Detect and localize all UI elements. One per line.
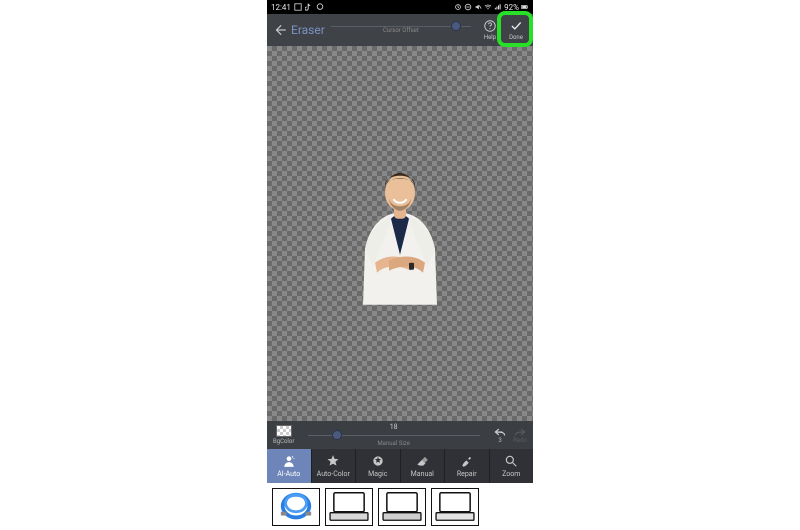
ai-auto-icon — [282, 454, 296, 468]
tab-label: Manual — [411, 470, 434, 478]
alarm-icon — [454, 3, 462, 11]
size-slider[interactable] — [308, 431, 480, 439]
size-value: 18 — [390, 423, 398, 431]
tab-label: Magic — [368, 470, 387, 478]
undo-button[interactable]: 3 — [493, 427, 507, 444]
eraser-icon — [415, 454, 429, 468]
status-battery-text: 92% — [504, 3, 519, 12]
magic-icon — [371, 454, 385, 468]
tab-label: Auto-Color — [317, 470, 350, 478]
phone-frame: 12:41 92% Eraser — [267, 0, 533, 530]
cursor-offset-thumb[interactable] — [451, 21, 461, 31]
size-label: Manual Size — [377, 440, 409, 447]
zoom-icon — [504, 454, 518, 468]
cursor-offset-control[interactable]: Cursor Offset — [331, 26, 471, 35]
tab-manual[interactable]: Manual — [401, 449, 446, 483]
tab-magic[interactable]: Magic — [356, 449, 401, 483]
tab-label: Repair — [457, 470, 477, 478]
battery-icon — [521, 3, 529, 11]
gallery-icon — [294, 3, 302, 11]
tab-ai-auto[interactable]: AI-Auto — [267, 449, 312, 483]
status-time: 12:41 — [271, 3, 291, 12]
thumbnail-strip — [267, 483, 533, 530]
done-button[interactable]: Done — [503, 19, 529, 41]
size-strip: BgColor 18 Manual Size 3 Redo — [267, 421, 533, 449]
tab-label: AI-Auto — [277, 470, 300, 478]
editing-canvas[interactable] — [267, 46, 533, 421]
undo-count: 3 — [498, 437, 501, 444]
bgcolor-label: BgColor — [273, 438, 294, 445]
size-thumb[interactable] — [332, 430, 342, 440]
back-button[interactable] — [271, 21, 289, 39]
dnd-icon — [464, 3, 472, 11]
mute-icon — [474, 3, 482, 11]
tab-repair[interactable]: Repair — [445, 449, 490, 483]
thumbnail-laptop-3[interactable] — [431, 488, 479, 526]
status-bar: 12:41 92% — [267, 0, 533, 14]
thumbnail-cable[interactable] — [272, 488, 320, 526]
done-label: Done — [509, 34, 523, 41]
thumbnail-laptop-1[interactable] — [325, 488, 373, 526]
star-icon — [326, 454, 340, 468]
brush-icon — [460, 454, 474, 468]
messenger-icon — [316, 3, 324, 11]
cursor-offset-label: Cursor Offset — [383, 27, 419, 34]
page-title: Eraser — [291, 23, 325, 37]
tab-label: Zoom — [502, 470, 520, 478]
wifi-icon — [484, 3, 492, 11]
bgcolor-button[interactable]: BgColor — [273, 425, 294, 445]
redo-button[interactable]: Redo — [513, 427, 527, 444]
tab-auto-color[interactable]: Auto-Color — [312, 449, 357, 483]
thumbnail-laptop-2[interactable] — [378, 488, 426, 526]
tool-tabs: AI-Auto Auto-Color Magic Manual Repair Z… — [267, 449, 533, 483]
help-label: Help — [484, 34, 496, 41]
subject-cutout — [351, 166, 449, 306]
top-toolbar: Eraser Cursor Offset Help Done — [267, 14, 533, 46]
tiktok-icon — [305, 3, 313, 11]
help-button[interactable]: Help — [477, 19, 503, 41]
redo-label: Redo — [513, 437, 527, 444]
tab-zoom[interactable]: Zoom — [490, 449, 534, 483]
signal-icon — [494, 3, 502, 11]
bgcolor-swatch — [276, 425, 292, 437]
